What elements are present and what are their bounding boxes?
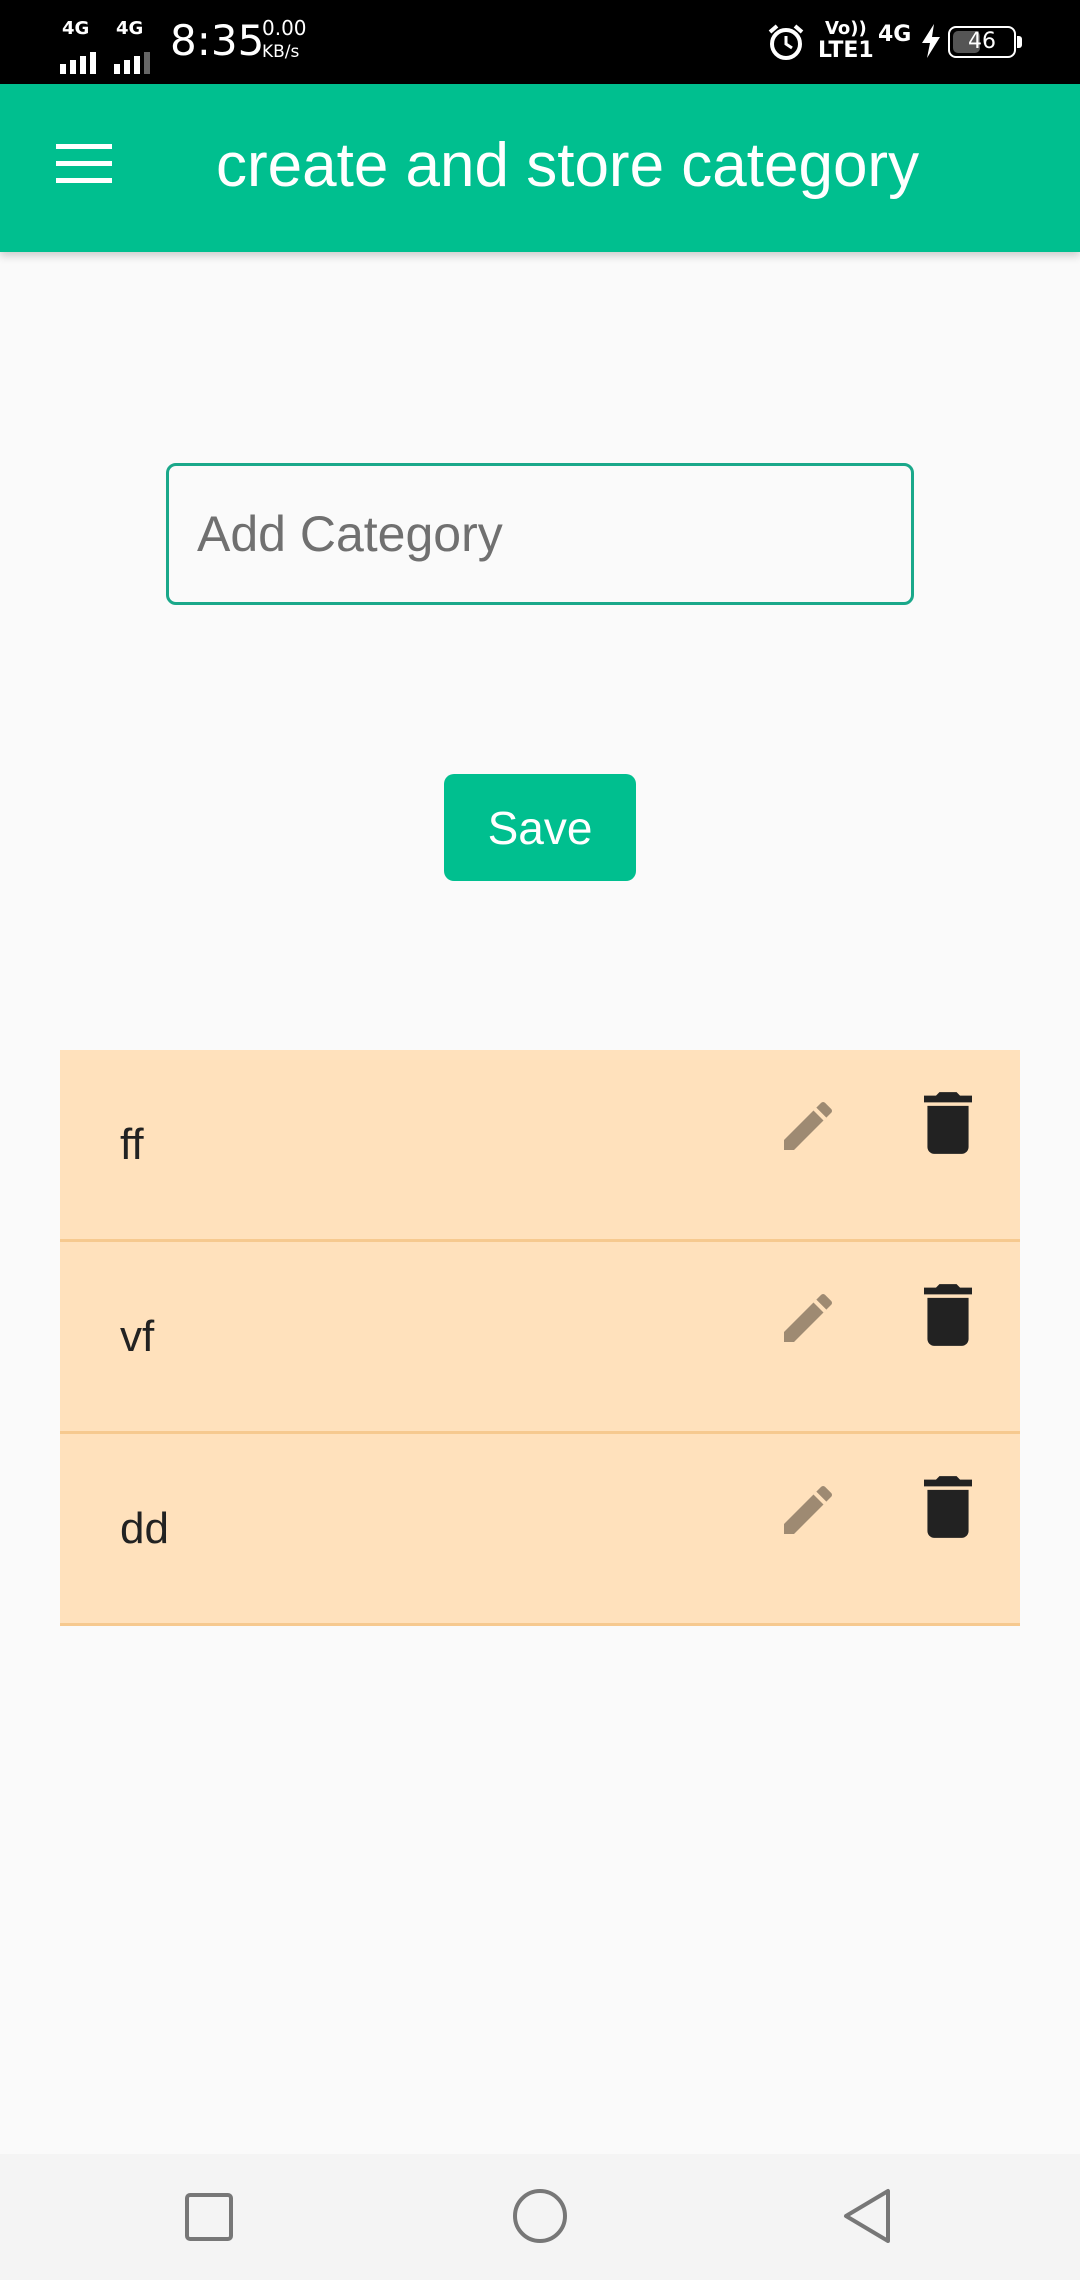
status-time: 8:35 (170, 16, 265, 65)
volte-label: Vo)) (824, 18, 867, 39)
signal-bars-icon (60, 52, 96, 74)
sim1-network-type: 4G (62, 18, 90, 39)
category-label: vf (120, 1311, 155, 1361)
trash-icon[interactable] (924, 1284, 972, 1346)
battery-indicator: 46 (948, 26, 1022, 58)
pencil-icon[interactable] (776, 1094, 840, 1158)
pencil-icon[interactable] (776, 1286, 840, 1350)
sim2-network-type: 4G (116, 18, 144, 39)
trash-icon[interactable] (924, 1092, 972, 1154)
status-bar: 4G 4G 8:35 0.00 KB/s Vo)) LTE1 4G 46 (0, 0, 1080, 84)
add-category-input[interactable] (166, 463, 914, 605)
hamburger-menu-icon[interactable] (56, 144, 112, 184)
bolt-icon (922, 24, 940, 58)
pencil-icon[interactable] (776, 1478, 840, 1542)
category-label: dd (120, 1503, 169, 1553)
list-item: dd (60, 1434, 1020, 1626)
lte-label: LTE1 (818, 38, 874, 63)
network-speed: 0.00 KB/s (262, 16, 307, 64)
category-label: ff (120, 1119, 144, 1169)
volte-indicator: Vo)) LTE1 (818, 18, 874, 62)
page-title: create and store category (216, 131, 920, 200)
square-icon[interactable] (184, 2192, 234, 2242)
alarm-icon (768, 24, 804, 60)
trash-icon[interactable] (924, 1476, 972, 1538)
system-nav-bar (0, 2154, 1080, 2280)
network-speed-value: 0.00 (262, 16, 307, 40)
list-item: vf (60, 1242, 1020, 1434)
signal-bars-icon (114, 52, 150, 74)
triangle-back-icon[interactable] (842, 2188, 892, 2244)
save-button[interactable]: Save (444, 774, 636, 881)
category-list: ff vf dd (60, 1050, 1020, 1626)
list-item: ff (60, 1050, 1020, 1242)
circle-icon[interactable] (512, 2188, 568, 2244)
app-bar: create and store category (0, 84, 1080, 252)
battery-level: 46 (968, 29, 996, 54)
network-speed-unit: KB/s (262, 42, 300, 62)
network-type-right: 4G (878, 22, 912, 47)
